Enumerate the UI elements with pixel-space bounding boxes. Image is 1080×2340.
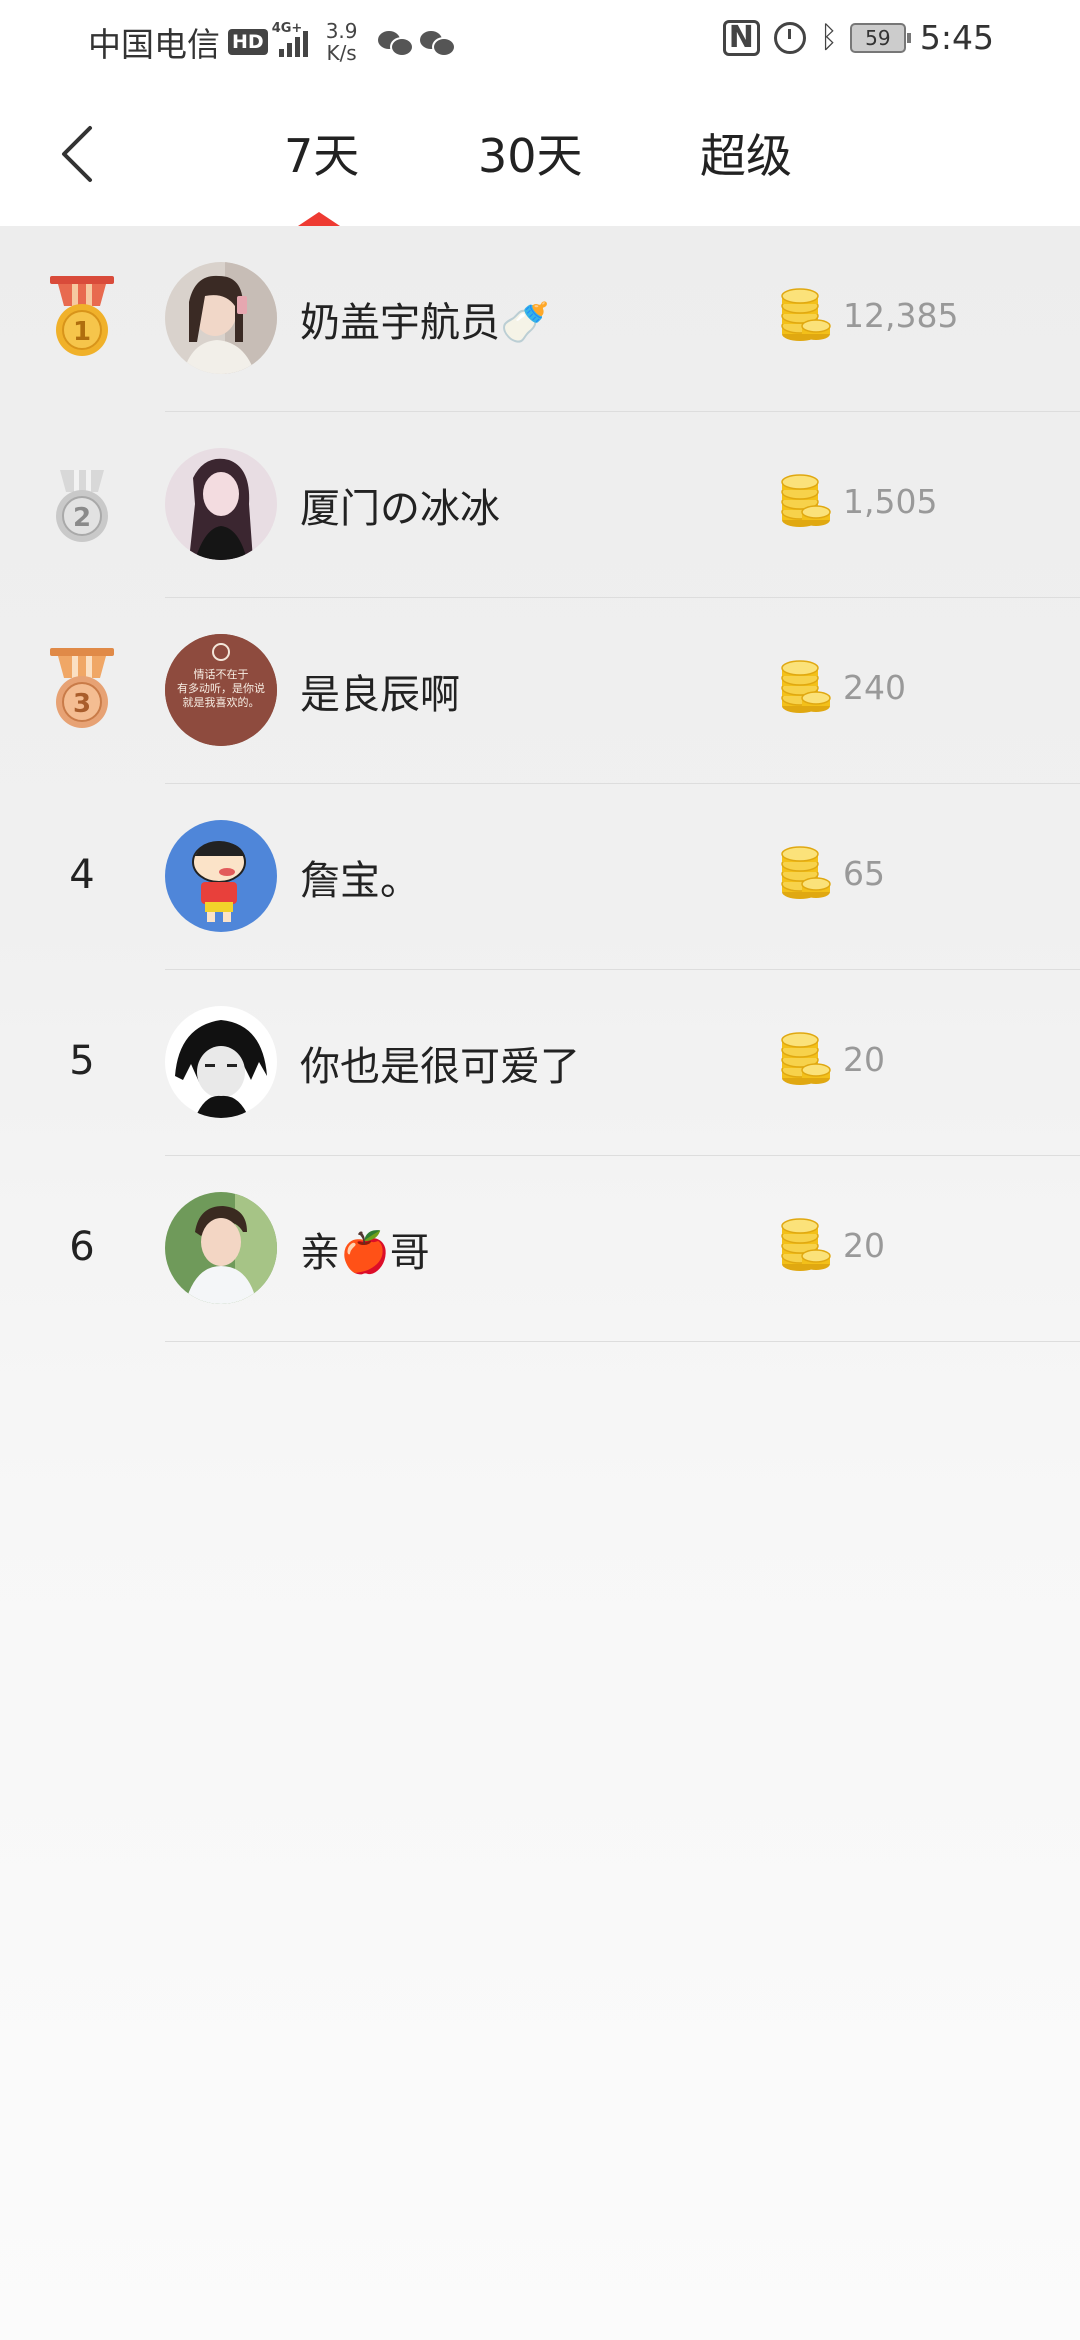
signal-icon: 4G+ [272, 21, 308, 57]
score-value: 240 [843, 668, 906, 707]
list-item[interactable]: 3 情话不在于 有多动听，是你说 就是我喜欢的。 是良辰啊 240 [0, 598, 1080, 784]
gold-medal-icon: 1 [50, 276, 114, 356]
coin-stack-icon [781, 288, 831, 342]
user-name: 奶盖宇航员🍼 [300, 300, 550, 346]
coin-stack-icon [781, 1032, 831, 1086]
tab-7-days[interactable]: 7天 [284, 120, 359, 186]
status-bar: 中国电信 HD 4G+ 3.9 K/s N ᛒ 59 5:45 [0, 0, 1080, 84]
network-type-label: 4G+ [271, 21, 303, 36]
score-value: 20 [843, 1226, 885, 1265]
list-item[interactable]: 1 奶盖宇航员🍼 12,385 [0, 226, 1080, 412]
bluetooth-icon: ᛒ [819, 20, 838, 55]
avatar: 情话不在于 有多动听，是你说 就是我喜欢的。 [165, 634, 277, 746]
status-bar-right: N ᛒ 59 5:45 [722, 18, 994, 57]
score-value: 65 [843, 854, 885, 893]
silver-medal-icon: 2 [56, 470, 108, 542]
battery-level: 59 [865, 25, 891, 50]
net-speed-value: 3.9 [325, 19, 358, 43]
avatar-caption-2: 有多动听，是你说 [177, 681, 265, 695]
avatar [165, 262, 277, 374]
chevron-left-icon [62, 126, 92, 182]
net-speed-unit: K/s [326, 41, 357, 65]
net-speed: 3.9 K/s [326, 20, 358, 64]
rank-number: 4 [69, 852, 95, 898]
user-name: 厦门の冰冰 [300, 486, 500, 532]
alarm-icon [773, 21, 806, 54]
score-value: 12,385 [843, 296, 959, 335]
wechat-icon [419, 29, 456, 57]
tab-super[interactable]: 超级 [700, 120, 792, 186]
rank-number: 6 [69, 1224, 95, 1270]
score-value: 1,505 [843, 482, 938, 521]
rank-number: 5 [69, 1038, 95, 1084]
user-name: 你也是很可爱了 [300, 1044, 580, 1090]
user-name: 是良辰啊 [300, 672, 460, 718]
nfc-icon: N [722, 19, 760, 56]
avatar-caption-3: 就是我喜欢的。 [183, 695, 260, 709]
active-tab-indicator [298, 212, 340, 226]
coin-stack-icon [781, 474, 831, 528]
avatar-caption-1: 情话不在于 [194, 668, 249, 681]
status-bar-left: 中国电信 HD 4G+ 3.9 K/s [88, 18, 462, 66]
svg-text:3: 3 [73, 689, 91, 719]
list-item[interactable]: 2 厦门の冰冰 1,505 [0, 412, 1080, 598]
user-name: 詹宝。 [300, 858, 420, 904]
clock: 5:45 [919, 18, 994, 57]
carrier-name: 中国电信 [88, 25, 220, 64]
wechat-icon [377, 29, 414, 57]
list-item[interactable]: 4 詹宝。 65 [0, 784, 1080, 970]
coin-stack-icon [781, 846, 831, 900]
svg-text:2: 2 [73, 503, 91, 533]
list-item[interactable]: 5 你也是很可爱了 20 [0, 970, 1080, 1156]
hd-icon: HD [228, 29, 268, 55]
coin-stack-icon [781, 660, 831, 714]
bronze-medal-icon: 3 [50, 648, 114, 728]
avatar [165, 448, 277, 560]
avatar [165, 1006, 277, 1118]
avatar [165, 820, 277, 932]
user-name: 亲🍎哥 [300, 1230, 430, 1276]
back-button[interactable] [56, 122, 100, 186]
divider [165, 1341, 1080, 1342]
svg-text:1: 1 [73, 317, 91, 347]
coin-stack-icon [781, 1218, 831, 1272]
score-value: 20 [843, 1040, 885, 1079]
ranking-header: 7天 30天 超级 [0, 84, 1080, 226]
tab-30-days[interactable]: 30天 [478, 120, 583, 186]
list-item[interactable]: 6 亲🍎哥 20 [0, 1156, 1080, 1342]
ranking-list: 1 奶盖宇航员🍼 12,385 2 厦门の冰冰 1,505 3 情话不在于 有多… [0, 226, 1080, 1342]
battery-icon: 59 [849, 22, 911, 53]
avatar [165, 1192, 277, 1304]
